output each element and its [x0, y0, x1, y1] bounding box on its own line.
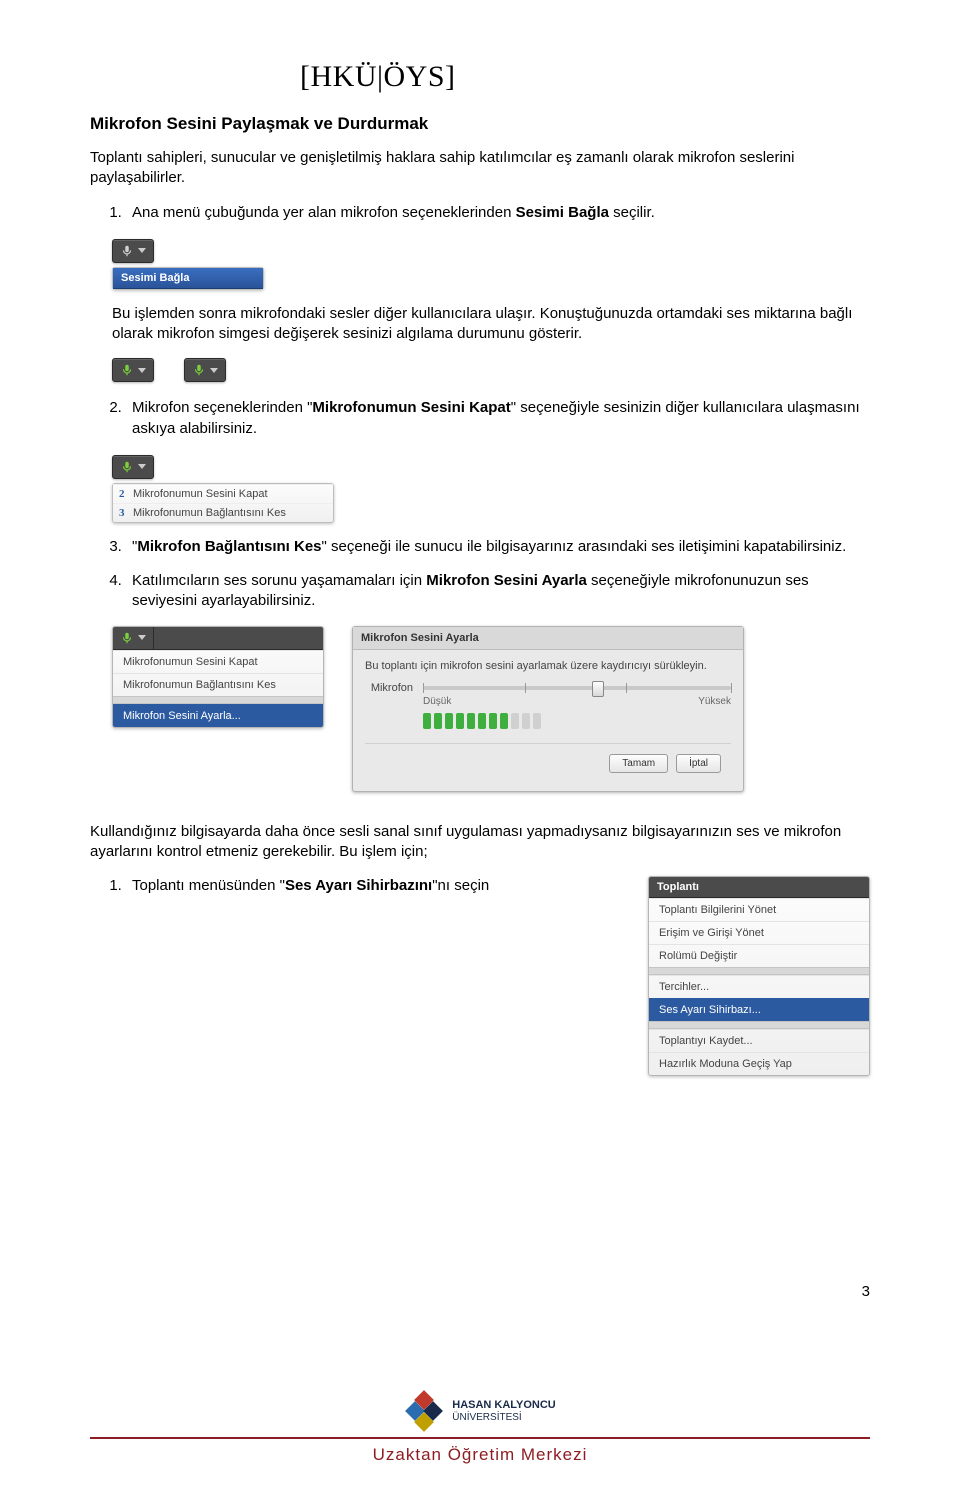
step-text: Ana menü çubuğunda yer alan mikrofon seç… [132, 204, 516, 221]
screenshot-mic-options: 2 Mikrofonumun Sesini Kapat 3 Mikrofonum… [90, 453, 870, 537]
menu-header: Toplantı [649, 877, 869, 898]
menu-item[interactable]: Toplantıyı Kaydet... [649, 1029, 869, 1052]
step-list-2: Mikrofon seçeneklerinden "Mikrofonumun S… [90, 398, 870, 439]
menu-separator [649, 967, 869, 975]
university-name: HASAN KALYONCUÜNİVERSİTESİ [452, 1399, 556, 1422]
mic-icon [120, 244, 134, 258]
intro-paragraph: Toplantı sahipleri, sunucular ve genişle… [90, 148, 870, 189]
mic-button[interactable] [113, 456, 153, 478]
dropdown-connect-audio: Sesimi Bağla [112, 267, 264, 290]
dropdown-mic-options: 2 Mikrofonumun Sesini Kapat 3 Mikrofonum… [112, 483, 334, 523]
menu-item-adjust-volume[interactable]: Mikrofon Sesini Ayarla... [113, 704, 323, 727]
menu-item[interactable]: Rolümü Değiştir [649, 944, 869, 967]
step-1: Ana menü çubuğunda yer alan mikrofon seç… [126, 203, 870, 223]
menu-separator [649, 1021, 869, 1029]
menu-item[interactable]: Hazırlık Moduna Geçiş Yap [649, 1052, 869, 1075]
step-text: seçilir. [609, 204, 655, 221]
slider-label: Mikrofon [365, 682, 413, 694]
chevron-down-icon [210, 368, 218, 373]
footer-title: Uzaktan Öğretim Merkezi [90, 1437, 870, 1465]
after-step-4: Kullandığınız bilgisayarda daha önce ses… [90, 822, 870, 863]
chevron-down-icon [138, 368, 146, 373]
step-bold: Ses Ayarı Sihirbazını [285, 877, 432, 894]
mic-icon [120, 631, 134, 645]
mic-active-button[interactable] [185, 359, 225, 381]
menu-separator [113, 696, 323, 704]
step-text: Toplantı menüsünden " [132, 877, 285, 894]
menu-item-disconnect[interactable]: 3 Mikrofonumun Bağlantısını Kes [113, 503, 333, 522]
slider-thumb[interactable] [592, 681, 604, 697]
hku-mark-icon [404, 1391, 444, 1431]
screenshot-adjust-volume: Mikrofonumun Sesini Kapat Mikrofonumun B… [112, 626, 870, 822]
ok-button[interactable]: Tamam [609, 754, 668, 773]
step-list-3: "Mikrofon Bağlantısını Kes" seçeneği ile… [90, 537, 870, 612]
menu-item-mute[interactable]: 2 Mikrofonumun Sesini Kapat [113, 484, 333, 503]
mic-icon [120, 363, 134, 377]
slider-high-label: Yüksek [698, 696, 731, 707]
chevron-down-icon [138, 464, 146, 469]
menu-item-audio-wizard[interactable]: Ses Ayarı Sihirbazı... [649, 998, 869, 1021]
step-bold: Mikrofon Bağlantısını Kes [137, 538, 321, 555]
section-heading: Mikrofon Sesini Paylaşmak ve Durdurmak [90, 114, 870, 134]
toolbar-mock [112, 239, 154, 263]
item-number: 3 [119, 507, 125, 519]
step-bold: Mikrofonumun Sesini Kapat [312, 399, 510, 416]
mic-button[interactable] [113, 627, 154, 649]
level-meter [423, 713, 731, 729]
brand-logo: [HKÜ|ÖYS] [300, 60, 870, 94]
mic-active-button[interactable] [113, 359, 153, 381]
page-footer: HASAN KALYONCUÜNİVERSİTESİ Uzaktan Öğret… [0, 1391, 960, 1465]
step-text: Katılımcıların ses sorunu yaşamamaları i… [132, 572, 426, 589]
mic-icon [120, 460, 134, 474]
toolbar-mock [112, 455, 154, 479]
university-logo: HASAN KALYONCUÜNİVERSİTESİ [90, 1391, 870, 1431]
mic-button[interactable] [113, 240, 153, 262]
step-2: Mikrofon seçeneklerinden "Mikrofonumun S… [126, 398, 870, 439]
mic-icon [192, 363, 206, 377]
dialog-description: Bu toplantı için mikrofon sesini ayarlam… [365, 660, 731, 672]
dialog-title: Mikrofon Sesini Ayarla [353, 627, 743, 650]
dropdown-item[interactable]: Sesimi Bağla [113, 268, 263, 289]
slider-low-label: Düşük [423, 696, 451, 707]
menu-item-mute[interactable]: Mikrofonumun Sesini Kapat [113, 650, 323, 673]
menu-item[interactable]: Toplantı Bilgilerini Yönet [649, 898, 869, 921]
item-number: 2 [119, 488, 125, 500]
page-number: 3 [862, 1283, 870, 1300]
chevron-down-icon [138, 635, 146, 640]
mic-menu: Mikrofonumun Sesini Kapat Mikrofonumun B… [112, 626, 324, 728]
item-label: Mikrofonumun Sesini Kapat [133, 488, 268, 500]
volume-slider[interactable] [423, 686, 731, 690]
step-text: Mikrofon seçeneklerinden " [132, 399, 312, 416]
step-text: "nı seçin [432, 877, 489, 894]
document-page: [HKÜ|ÖYS] Mikrofon Sesini Paylaşmak ve D… [0, 0, 960, 1485]
step-bold: Sesimi Bağla [516, 204, 609, 221]
item-label: Mikrofonumun Bağlantısını Kes [133, 507, 286, 519]
step-3: "Mikrofon Bağlantısını Kes" seçeneği ile… [126, 537, 870, 557]
meeting-menu: Toplantı Toplantı Bilgilerini Yönet Eriş… [648, 876, 870, 1076]
cancel-button[interactable]: İptal [676, 754, 721, 773]
screenshot-connect-audio: Sesimi Bağla [90, 237, 870, 304]
dialog-adjust-volume: Mikrofon Sesini Ayarla Bu toplantı için … [352, 626, 744, 792]
step-text: " seçeneği ile sunucu ile bilgisayarınız… [322, 538, 847, 555]
screenshot-mic-levels [112, 358, 870, 382]
menu-item[interactable]: Tercihler... [649, 975, 869, 998]
step-bold: Mikrofon Sesini Ayarla [426, 572, 587, 589]
after-step-1: Bu işlemden sonra mikrofondaki sesler di… [112, 304, 870, 345]
step-list-1: Ana menü çubuğunda yer alan mikrofon seç… [90, 203, 870, 223]
menu-item[interactable]: Erişim ve Girişi Yönet [649, 921, 869, 944]
step-5: Toplantı menüsünden "Ses Ayarı Sihirbazı… [126, 876, 618, 896]
step-list-5: Toplantı menüsünden "Ses Ayarı Sihirbazı… [90, 876, 618, 910]
step-4: Katılımcıların ses sorunu yaşamamaları i… [126, 571, 870, 612]
menu-item-disconnect[interactable]: Mikrofonumun Bağlantısını Kes [113, 673, 323, 696]
chevron-down-icon [138, 248, 146, 253]
